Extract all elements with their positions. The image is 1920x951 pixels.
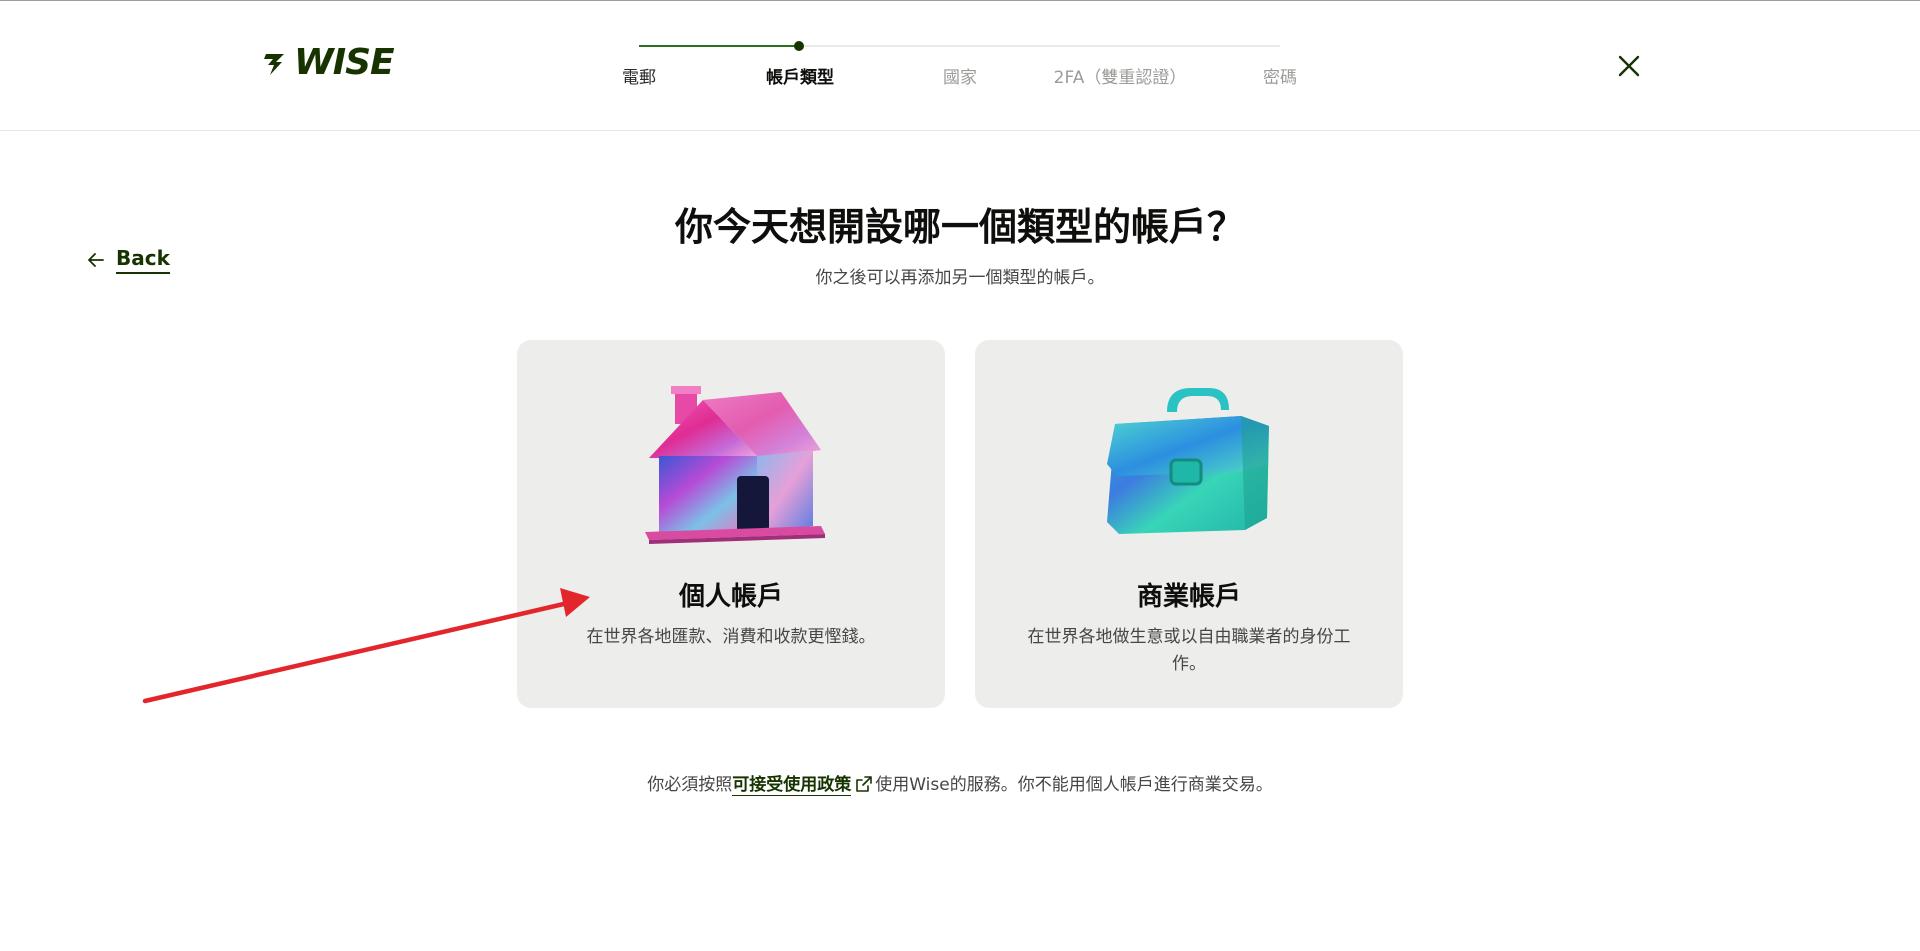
top-bar: WISE 電郵 帳戶類型 國家 2FA（雙重認證） 密碼 (0, 0, 1920, 131)
annotation-arrow (142, 588, 590, 704)
step-account-type: 帳戶類型 (766, 68, 834, 88)
wise-logo-text: WISE (294, 42, 395, 83)
acceptable-use-policy-link[interactable]: 可接受使用政策 (732, 775, 852, 796)
step-2fa: 2FA（雙重認證） (1053, 68, 1187, 88)
stepper-progress (639, 45, 800, 47)
business-card-description: 在世界各地做生意或以自由職業者的身份工作。 (1027, 627, 1351, 674)
step-password: 密碼 (1263, 68, 1297, 88)
page-title: 你今天想開設哪一個類型的帳戶？ (674, 205, 1245, 249)
stepper-current-dot (794, 41, 805, 51)
usage-policy-note: 你必須按照可接受使用政策 使用Wise的服務。你不能用個人帳戶進行商業交易。 (0, 770, 1920, 796)
page-subtitle: 你之後可以再添加另一個類型的帳戶。 (815, 268, 1105, 288)
step-email: 電郵 (622, 68, 656, 88)
external-link-icon (856, 776, 873, 792)
policy-prefix: 你必須按照 (647, 775, 733, 795)
policy-suffix: 使用Wise的服務。你不能用個人帳戶進行商業交易。 (875, 775, 1273, 795)
personal-account-card[interactable]: 個人帳戶 在世界各地匯款、消費和收款更慳錢。 (517, 340, 945, 708)
wise-logo[interactable]: WISE (262, 42, 395, 83)
wise-flag-icon (264, 54, 284, 75)
personal-card-description: 在世界各地匯款、消費和收款更慳錢。 (586, 627, 876, 647)
close-icon[interactable] (1614, 51, 1644, 81)
house-illustration (645, 386, 825, 544)
step-country: 國家 (943, 68, 977, 88)
briefcase-illustration (1107, 388, 1269, 534)
business-card-title: 商業帳戶 (1136, 582, 1241, 612)
personal-card-title: 個人帳戶 (678, 582, 783, 612)
signup-stepper: 電郵 帳戶類型 國家 2FA（雙重認證） 密碼 (600, 37, 1300, 97)
business-account-card[interactable]: 商業帳戶 在世界各地做生意或以自由職業者的身份工作。 (975, 340, 1403, 708)
